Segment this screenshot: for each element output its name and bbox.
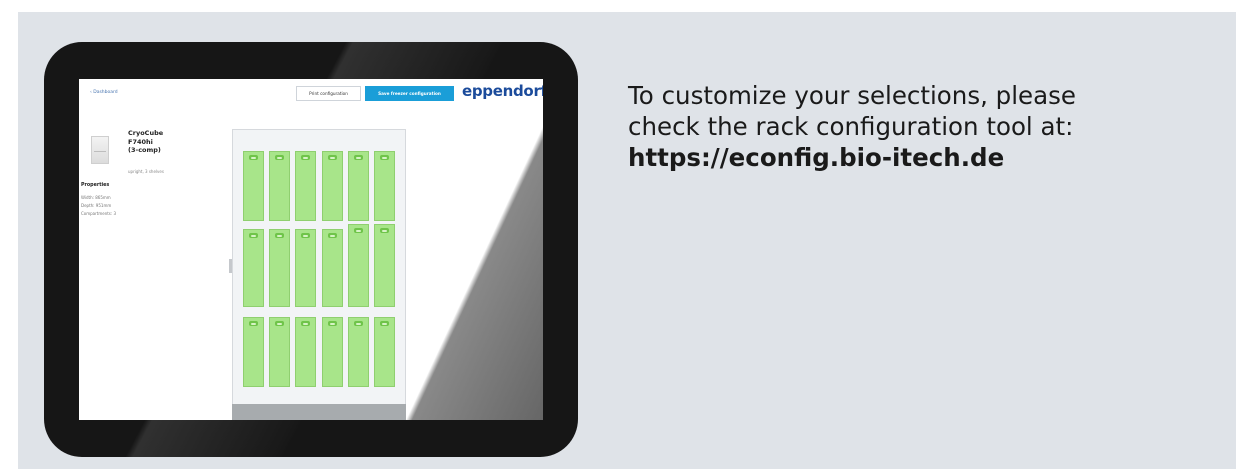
rack-drawer[interactable]	[321, 229, 343, 307]
rack-drawer[interactable]	[295, 151, 317, 221]
drawer-handle-icon	[327, 155, 337, 160]
drawer-handle-icon	[327, 321, 337, 326]
dashboard-back-link[interactable]: ‹ Dashboard	[90, 90, 118, 95]
rack-drawer[interactable]	[321, 151, 343, 221]
rack-drawer[interactable]	[295, 229, 317, 307]
freezer-details-sidebar: CryoCube F740hi (3-comp) upright, 3 shel…	[79, 119, 219, 319]
instruction-text: To customize your selections, please che…	[628, 80, 1188, 173]
rack-drawer[interactable]	[269, 151, 291, 221]
rack-drawer[interactable]	[269, 229, 291, 307]
freezer-model-subtitle: upright, 3 shelves	[128, 169, 164, 174]
properties-heading: Properties	[81, 183, 110, 188]
rack-drawer[interactable]	[243, 151, 264, 221]
property-depth: Depth: 951mm	[81, 203, 112, 208]
screen-topbar: ‹ Dashboard Print configuration Save fre…	[79, 79, 543, 113]
model-name-line1: CryoCube	[128, 129, 164, 137]
drawer-handle-icon	[301, 155, 311, 160]
freezer-model-name: CryoCube F740hi (3-comp)	[128, 129, 208, 155]
instruction-line1: To customize your selections, please	[628, 81, 1076, 110]
drawer-handle-icon	[379, 228, 389, 233]
drawer-handle-icon	[301, 233, 311, 238]
save-freezer-configuration-button[interactable]: Save freezer configuration	[365, 86, 454, 101]
property-compartments: Compartments: 3	[81, 211, 117, 216]
freezer-rack	[232, 129, 406, 420]
rack-drawer[interactable]	[373, 151, 395, 221]
drawer-handle-icon	[353, 321, 363, 326]
drawer-handle-icon	[379, 155, 389, 160]
rack-drawer[interactable]	[243, 229, 264, 307]
rack-shelf-1	[243, 151, 395, 221]
drawer-handle-icon	[249, 321, 258, 326]
freezer-icon	[91, 136, 109, 164]
property-width: Width: 865mm	[81, 195, 111, 200]
drawer-handle-icon	[275, 155, 285, 160]
print-configuration-button[interactable]: Print configuration	[296, 86, 361, 101]
drawer-handle-icon	[301, 321, 311, 326]
eppendorf-logo: eppendorf	[462, 82, 543, 100]
drawer-handle-icon	[353, 155, 363, 160]
config-tool-link[interactable]: https://econfig.bio-itech.de	[628, 142, 1188, 173]
drawer-handle-icon	[353, 228, 363, 233]
rack-drawer[interactable]	[295, 317, 317, 387]
rack-shelf-3	[243, 317, 395, 387]
rack-shelf-2	[243, 224, 395, 307]
rack-drawer[interactable]	[373, 317, 395, 387]
drawer-handle-icon	[249, 233, 258, 238]
drawer-handle-icon	[327, 233, 337, 238]
drawer-handle-icon	[275, 321, 285, 326]
drawer-handle-icon	[249, 155, 258, 160]
model-name-line3: (3-comp)	[128, 146, 161, 154]
model-name-line2: F740hi	[128, 137, 153, 146]
rack-base	[232, 404, 406, 420]
drawer-handle-icon	[379, 321, 389, 326]
rack-drawer[interactable]	[347, 317, 369, 387]
rack-drawer[interactable]	[347, 224, 369, 307]
rack-drawer[interactable]	[347, 151, 369, 221]
rack-drawer[interactable]	[269, 317, 291, 387]
rack-drawer[interactable]	[243, 317, 264, 387]
rack-drawer[interactable]	[373, 224, 395, 307]
tablet-screen: ‹ Dashboard Print configuration Save fre…	[79, 79, 543, 420]
drawer-handle-icon	[275, 233, 285, 238]
instruction-line2: check the rack configuration tool at:	[628, 112, 1074, 141]
rack-drawer[interactable]	[321, 317, 343, 387]
